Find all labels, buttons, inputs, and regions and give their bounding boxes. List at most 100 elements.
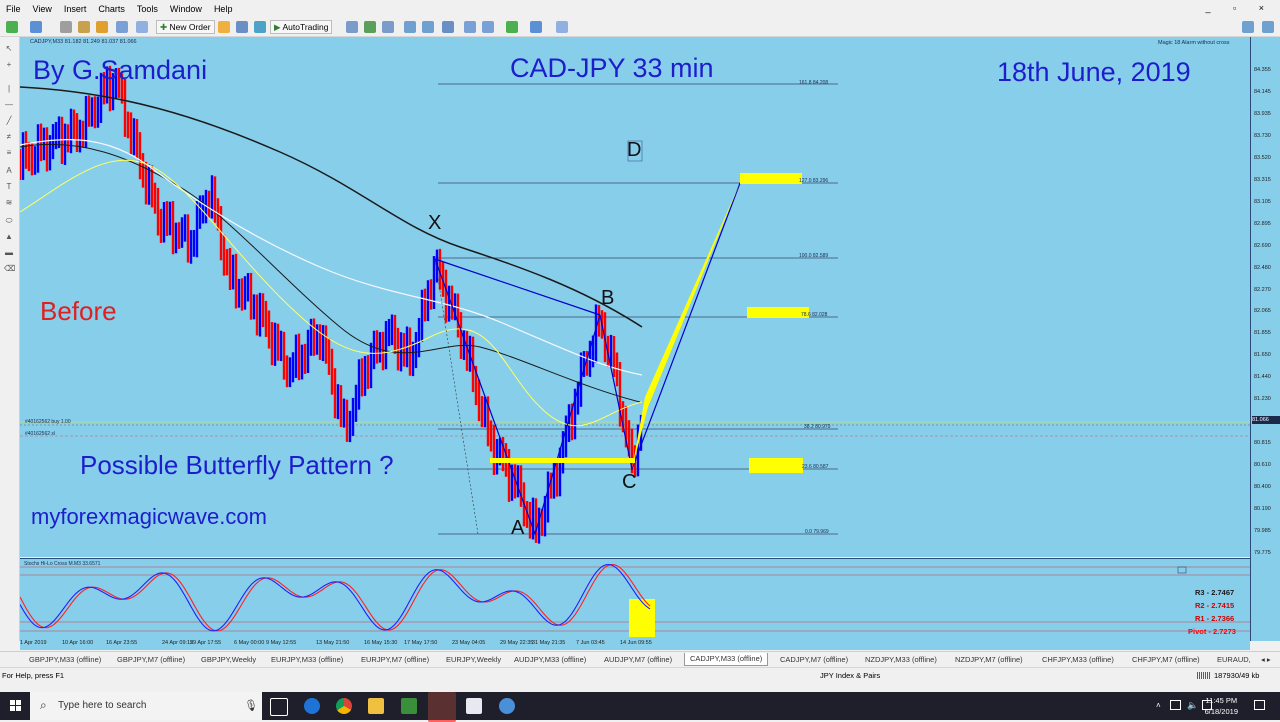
market-watch-icon[interactable]: [60, 21, 72, 33]
photos-icon[interactable]: [466, 698, 482, 714]
chart-tab[interactable]: NZDJPY,M33 (offline): [860, 654, 942, 666]
chart-tab[interactable]: AUDJPY,M7 (offline): [599, 654, 677, 666]
clock-date: 6/18/2019: [1204, 707, 1238, 716]
fib-label-127: 127.0 83.296: [799, 178, 829, 184]
ellipse-icon[interactable]: ⬭: [4, 217, 14, 225]
zoom-out-icon[interactable]: [422, 21, 434, 33]
menu-help[interactable]: Help: [208, 0, 239, 14]
delete-icon[interactable]: ⌫: [4, 265, 15, 273]
candlestick-icon[interactable]: [364, 21, 376, 33]
indicators-icon[interactable]: [506, 21, 518, 33]
experts-icon[interactable]: [254, 21, 266, 33]
restore-icon[interactable]: [1177, 566, 1187, 574]
notifications-icon[interactable]: [1254, 700, 1265, 710]
date-tick: 29 Apr 17:55: [190, 640, 222, 646]
horizontal-line-icon[interactable]: —: [4, 101, 14, 109]
chart-tab[interactable]: CHFJPY,M7 (offline): [1127, 654, 1205, 666]
strategy-tester-icon[interactable]: [116, 21, 128, 33]
channel-icon[interactable]: ≠: [4, 133, 14, 141]
bar-chart-icon[interactable]: [346, 21, 358, 33]
volume-icon[interactable]: 🔈: [1187, 700, 1198, 711]
task-view-icon[interactable]: [270, 698, 288, 716]
search-icon[interactable]: [1242, 21, 1254, 33]
menu-file[interactable]: File: [0, 0, 27, 14]
cursor-icon[interactable]: ↖: [4, 45, 14, 53]
chart-tab[interactable]: EURAUD,: [1212, 654, 1256, 666]
chart-tab[interactable]: GBPJPY,M7 (offline): [112, 654, 190, 666]
metatrader-pro-icon[interactable]: [428, 692, 456, 722]
search-placeholder: Type here to search: [58, 700, 147, 711]
new-order-button[interactable]: ✚ New Order: [156, 20, 215, 34]
text-icon[interactable]: A: [4, 167, 14, 175]
new-chart-icon[interactable]: [6, 21, 18, 33]
network-icon[interactable]: [1170, 700, 1181, 710]
crosshair-icon[interactable]: +: [4, 61, 14, 69]
chrome-icon[interactable]: [336, 698, 352, 714]
chart-tab[interactable]: CHFJPY,M33 (offline): [1037, 654, 1119, 666]
microphone-icon[interactable]: 🎙: [244, 699, 258, 712]
rectangle-icon[interactable]: ▬: [4, 249, 14, 257]
chart-tab[interactable]: CADJPY,M7 (offline): [775, 654, 853, 666]
line-chart-icon[interactable]: [382, 21, 394, 33]
help-text: For Help, press F1: [2, 671, 65, 680]
file-explorer-icon[interactable]: [368, 698, 384, 714]
menu-insert[interactable]: Insert: [58, 0, 93, 14]
menu-charts[interactable]: Charts: [92, 0, 131, 14]
tile-windows-icon[interactable]: [442, 21, 454, 33]
zoom-in-icon[interactable]: [404, 21, 416, 33]
chart-tab[interactable]: EURJPY,Weekly: [441, 654, 506, 666]
date-tick: 14 Jun 09:55: [620, 640, 652, 646]
trendline-icon[interactable]: ╱: [4, 117, 14, 125]
price-axis[interactable]: 84.355 84.145 83.935 83.730 83.520 83.315 83.1…: [1250, 37, 1280, 641]
windows-start-icon[interactable]: [10, 700, 22, 712]
profiles-icon[interactable]: [30, 21, 42, 33]
chart-tab[interactable]: AUDJPY,M33 (offline): [509, 654, 591, 666]
chart-tab[interactable]: GBPJPY,M33 (offline): [24, 654, 106, 666]
edge-browser-icon[interactable]: [304, 698, 320, 714]
date-tick: 17 May 17:50: [404, 640, 438, 646]
fib-label-38: 38.2 80.970: [804, 424, 831, 430]
fibonacci-icon[interactable]: ≡: [4, 149, 14, 157]
settings-gear-icon[interactable]: [499, 698, 515, 714]
templates-icon[interactable]: [556, 21, 568, 33]
chart-tab[interactable]: EURJPY,M7 (offline): [356, 654, 434, 666]
label-icon[interactable]: T: [4, 183, 14, 191]
drawing-tools-bar: ↖ + | — ╱ ≠ ≡ A T ≋ ⬭ ▲ ▬ ⌫: [0, 37, 20, 641]
account-icon[interactable]: [236, 21, 248, 33]
chart-tab[interactable]: EURJPY,M33 (offline): [266, 654, 348, 666]
metatrader-icon[interactable]: [401, 698, 417, 714]
arrow-up-icon[interactable]: ▲: [4, 233, 14, 241]
options-icon[interactable]: [136, 21, 148, 33]
window-controls[interactable]: _ ▫ ×: [1206, 3, 1274, 13]
date-tick: 29 May 22:35: [500, 640, 534, 646]
chart-tab[interactable]: GBPJPY,Weekly: [196, 654, 261, 666]
time-axis[interactable]: 1 Apr 2019 10 Apr 16:00 16 Apr 23:55 24 Apr…: [20, 638, 1250, 650]
metaeditor-icon[interactable]: [218, 21, 230, 33]
chat-icon[interactable]: [1262, 21, 1274, 33]
terminal-icon[interactable]: [96, 21, 108, 33]
chart-tab[interactable]: CADJPY,M33 (offline): [684, 653, 769, 666]
price-chart[interactable]: CADJPY,M33 81.182 81.249 81.037 81.066 M…: [20, 37, 1250, 557]
support-zone: [490, 458, 635, 463]
menu-tools[interactable]: Tools: [131, 0, 164, 14]
chart-tab[interactable]: NZDJPY,M7 (offline): [950, 654, 1028, 666]
autotrading-button[interactable]: ▶ AutoTrading: [270, 20, 333, 34]
point-d-label: D: [627, 139, 642, 161]
navigator-icon[interactable]: [78, 21, 90, 33]
chart-shift-icon[interactable]: [464, 21, 476, 33]
clock[interactable]: 11:45 PM 6/18/2019: [1205, 695, 1238, 717]
new-order-label: New Order: [169, 22, 211, 32]
stochastic-subwindow[interactable]: Stochs Hi-Lo Cross M.M3 33.6571 R3 - 2.7…: [20, 558, 1250, 639]
symbol-header: CADJPY,M33 81.182 81.249 81.037 81.066: [30, 39, 137, 45]
periods-icon[interactable]: [530, 21, 542, 33]
autoscroll-icon[interactable]: [482, 21, 494, 33]
taskbar-search-box[interactable]: ⌕ Type here to search 🎙: [30, 692, 262, 720]
gann-icon[interactable]: ≋: [4, 199, 14, 207]
menu-window[interactable]: Window: [164, 0, 208, 14]
point-a-label: A: [511, 517, 525, 539]
tray-chevron-icon[interactable]: ˄: [1156, 701, 1161, 710]
vertical-line-icon[interactable]: |: [4, 85, 14, 93]
menu-view[interactable]: View: [27, 0, 58, 14]
tab-scroll-arrows-icon[interactable]: ◂ ▸: [1256, 654, 1276, 666]
price-tick: 83.730: [1254, 132, 1271, 139]
